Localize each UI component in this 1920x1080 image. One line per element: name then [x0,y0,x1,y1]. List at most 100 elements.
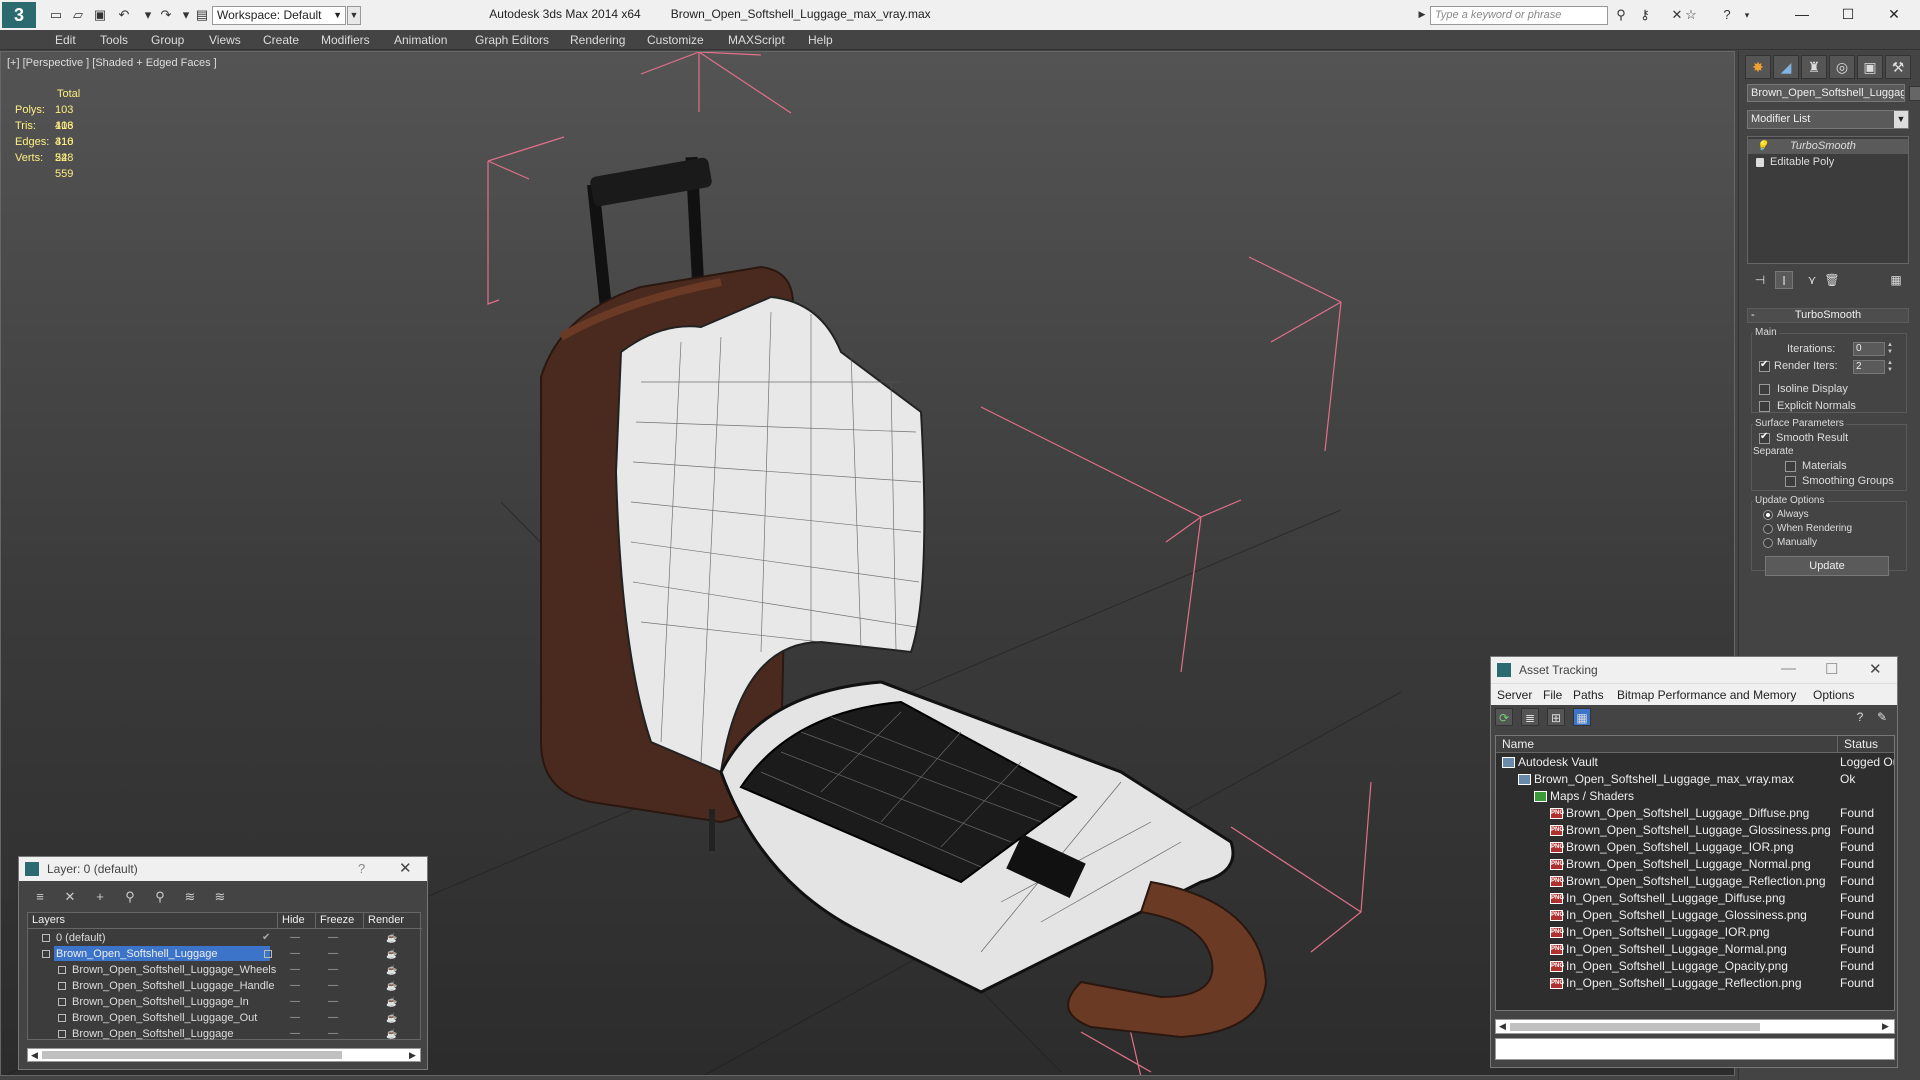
make-unique-icon[interactable]: ⋎ [1803,271,1821,289]
search-input[interactable]: Type a keyword or phrase [1430,6,1608,25]
render-teapot-icon[interactable]: ☕ [386,962,397,978]
freeze-toggle[interactable]: — [328,930,338,946]
hide-toggle[interactable]: — [290,962,300,978]
help-dropdown-icon[interactable]: ▾ [1738,7,1756,23]
close-icon[interactable]: ✕ [1872,3,1916,25]
modifier-list-dropdown[interactable]: Modifier List ▼ [1747,110,1909,129]
menu-help[interactable]: Help [808,33,833,47]
set-current-icon[interactable] [264,950,272,958]
maximize-icon[interactable]: ☐ [1826,3,1870,25]
add-to-layer-icon[interactable]: + [91,888,109,906]
hide-toggle[interactable]: — [290,1010,300,1026]
asset-row[interactable]: Brown_Open_Softshell_Luggage_max_vray.ma… [1496,771,1894,788]
explicit-normals-checkbox[interactable] [1759,401,1770,412]
render-iters-spinner[interactable]: 2 [1853,360,1885,374]
menu-maxscript[interactable]: MAXScript [728,33,785,47]
layer-row[interactable]: Brown_Open_Softshell_Luggage_In — — ☕ [28,994,420,1010]
hide-toggle[interactable]: — [290,930,300,946]
lightbulb-icon[interactable]: 💡 [1756,139,1768,152]
menu-options[interactable]: Options [1813,688,1854,702]
freeze-all-icon[interactable]: ≋ [211,888,229,906]
asset-row[interactable]: PNG In_Open_Softshell_Luggage_Reflection.… [1496,975,1894,992]
render-teapot-icon[interactable]: ☕ [386,978,397,994]
asset-row[interactable]: PNG Brown_Open_Softshell_Luggage_Glossine… [1496,822,1894,839]
render-iters-checkbox[interactable] [1759,359,1770,372]
delete-layer-icon[interactable]: ✕ [61,888,79,906]
column-hide[interactable]: Hide [278,913,316,929]
column-name[interactable]: Name [1496,736,1838,753]
smoothing-groups-checkbox[interactable] [1785,476,1796,487]
maximize-icon[interactable]: ☐ [1825,660,1838,678]
menu-group[interactable]: Group [151,33,184,47]
menu-server[interactable]: Server [1497,688,1532,702]
menu-rendering[interactable]: Rendering [570,33,625,47]
menu-edit[interactable]: Edit [55,33,76,47]
menu-views[interactable]: Views [209,33,241,47]
always-radio[interactable] [1763,510,1773,520]
hide-all-icon[interactable]: ≋ [181,888,199,906]
update-button[interactable]: Update [1765,556,1889,576]
scroll-left-icon[interactable]: ◀ [31,1049,38,1061]
minimize-icon[interactable]: — [1780,3,1824,25]
spinner-arrows-icon[interactable]: ▲ ▼ [1886,360,1894,374]
column-render[interactable]: Render [364,913,422,929]
hierarchy-tab-icon[interactable]: ♜ [1801,55,1827,79]
subscription-icon[interactable]: ⚷ [1636,7,1654,23]
create-tab-icon[interactable]: ✸ [1745,55,1771,79]
pin-stack-icon[interactable]: ⊣ [1751,271,1769,289]
menu-modifiers[interactable]: Modifiers [321,33,370,47]
help-icon[interactable]: ? [1851,708,1869,726]
favorites-icon[interactable]: ☆ [1682,7,1700,23]
turbosmooth-rollout-header[interactable]: - TurboSmooth [1747,308,1909,323]
stack-item-turbosmooth[interactable]: 💡 TurboSmooth [1748,139,1908,154]
asset-row[interactable]: Maps / Shaders [1496,788,1894,805]
render-teapot-icon[interactable]: ☕ [386,930,397,946]
help-button[interactable]: ? [358,861,365,876]
remove-modifier-icon[interactable]: 🗑 [1823,271,1841,289]
freeze-toggle[interactable]: — [328,1026,338,1042]
freeze-toggle[interactable]: — [328,994,338,1010]
layer-row[interactable]: Brown_Open_Softshell_Luggage_Wheels — — ☕ [28,962,420,978]
menu-customize[interactable]: Customize [647,33,704,47]
menu-graph-editors[interactable]: Graph Editors [475,33,549,47]
scroll-thumb[interactable] [1510,1023,1760,1031]
asset-row[interactable]: PNG In_Open_Softshell_Luggage_Normal.png F… [1496,941,1894,958]
modify-tab-icon[interactable]: ◢ [1773,55,1799,79]
render-teapot-icon[interactable]: ☕ [386,1026,397,1042]
column-freeze[interactable]: Freeze [316,913,364,929]
menu-animation[interactable]: Animation [394,33,447,47]
help-icon[interactable]: ? [1718,7,1736,23]
scroll-right-icon[interactable]: ▶ [409,1049,416,1061]
show-end-result-icon[interactable]: Ⅰ [1775,271,1793,289]
asset-row[interactable]: PNG Brown_Open_Softshell_Luggage_Normal.p… [1496,856,1894,873]
display-tab-icon[interactable]: ▣ [1857,55,1883,79]
layer-row[interactable]: Brown_Open_Softshell_Luggage — — ☕ [28,946,420,962]
menu-create[interactable]: Create [263,33,299,47]
asset-row[interactable]: PNG Brown_Open_Softshell_Luggage_IOR.png F… [1496,839,1894,856]
layer-dialog-titlebar[interactable]: Layer: 0 (default) ? ✕ [19,857,427,881]
layer-row[interactable]: Brown_Open_Softshell_Luggage_Handle — — ☕ [28,978,420,994]
layer-row[interactable]: 0 (default) ✔ — — ☕ [28,930,420,946]
stack-item-editable-poly[interactable]: Editable Poly [1748,155,1908,170]
when-rendering-radio[interactable] [1763,524,1773,534]
scroll-right-icon[interactable]: ▶ [1882,1020,1889,1032]
object-name-field[interactable]: Brown_Open_Softshell_Luggage [1747,84,1905,102]
minimize-icon[interactable]: — [1781,660,1796,677]
materials-checkbox[interactable] [1785,461,1796,472]
menu-tools[interactable]: Tools [100,33,128,47]
layer-row[interactable]: Brown_Open_Softshell_Luggage — — ☕ [28,1026,420,1042]
freeze-toggle[interactable]: — [328,1010,338,1026]
render-teapot-icon[interactable]: ☕ [386,1010,397,1026]
asset-row[interactable]: PNG Brown_Open_Softshell_Luggage_Diffuse.… [1496,805,1894,822]
iterations-spinner[interactable]: 0 [1853,342,1885,356]
column-layers[interactable]: Layers [28,913,278,929]
freeze-toggle[interactable]: — [328,978,338,994]
asset-dialog-titlebar[interactable]: Asset Tracking — ☐ ✕ [1491,657,1897,683]
hide-toggle[interactable]: — [290,978,300,994]
search-expand-icon[interactable]: ▶ [1416,6,1428,22]
object-color-swatch[interactable] [1909,86,1920,101]
select-objects-icon[interactable]: ⚲ [121,888,139,906]
asset-row[interactable]: PNG Brown_Open_Softshell_Luggage_Reflecti… [1496,873,1894,890]
close-icon[interactable]: ✕ [1869,660,1882,678]
pin-icon[interactable]: ✎ [1873,708,1891,726]
